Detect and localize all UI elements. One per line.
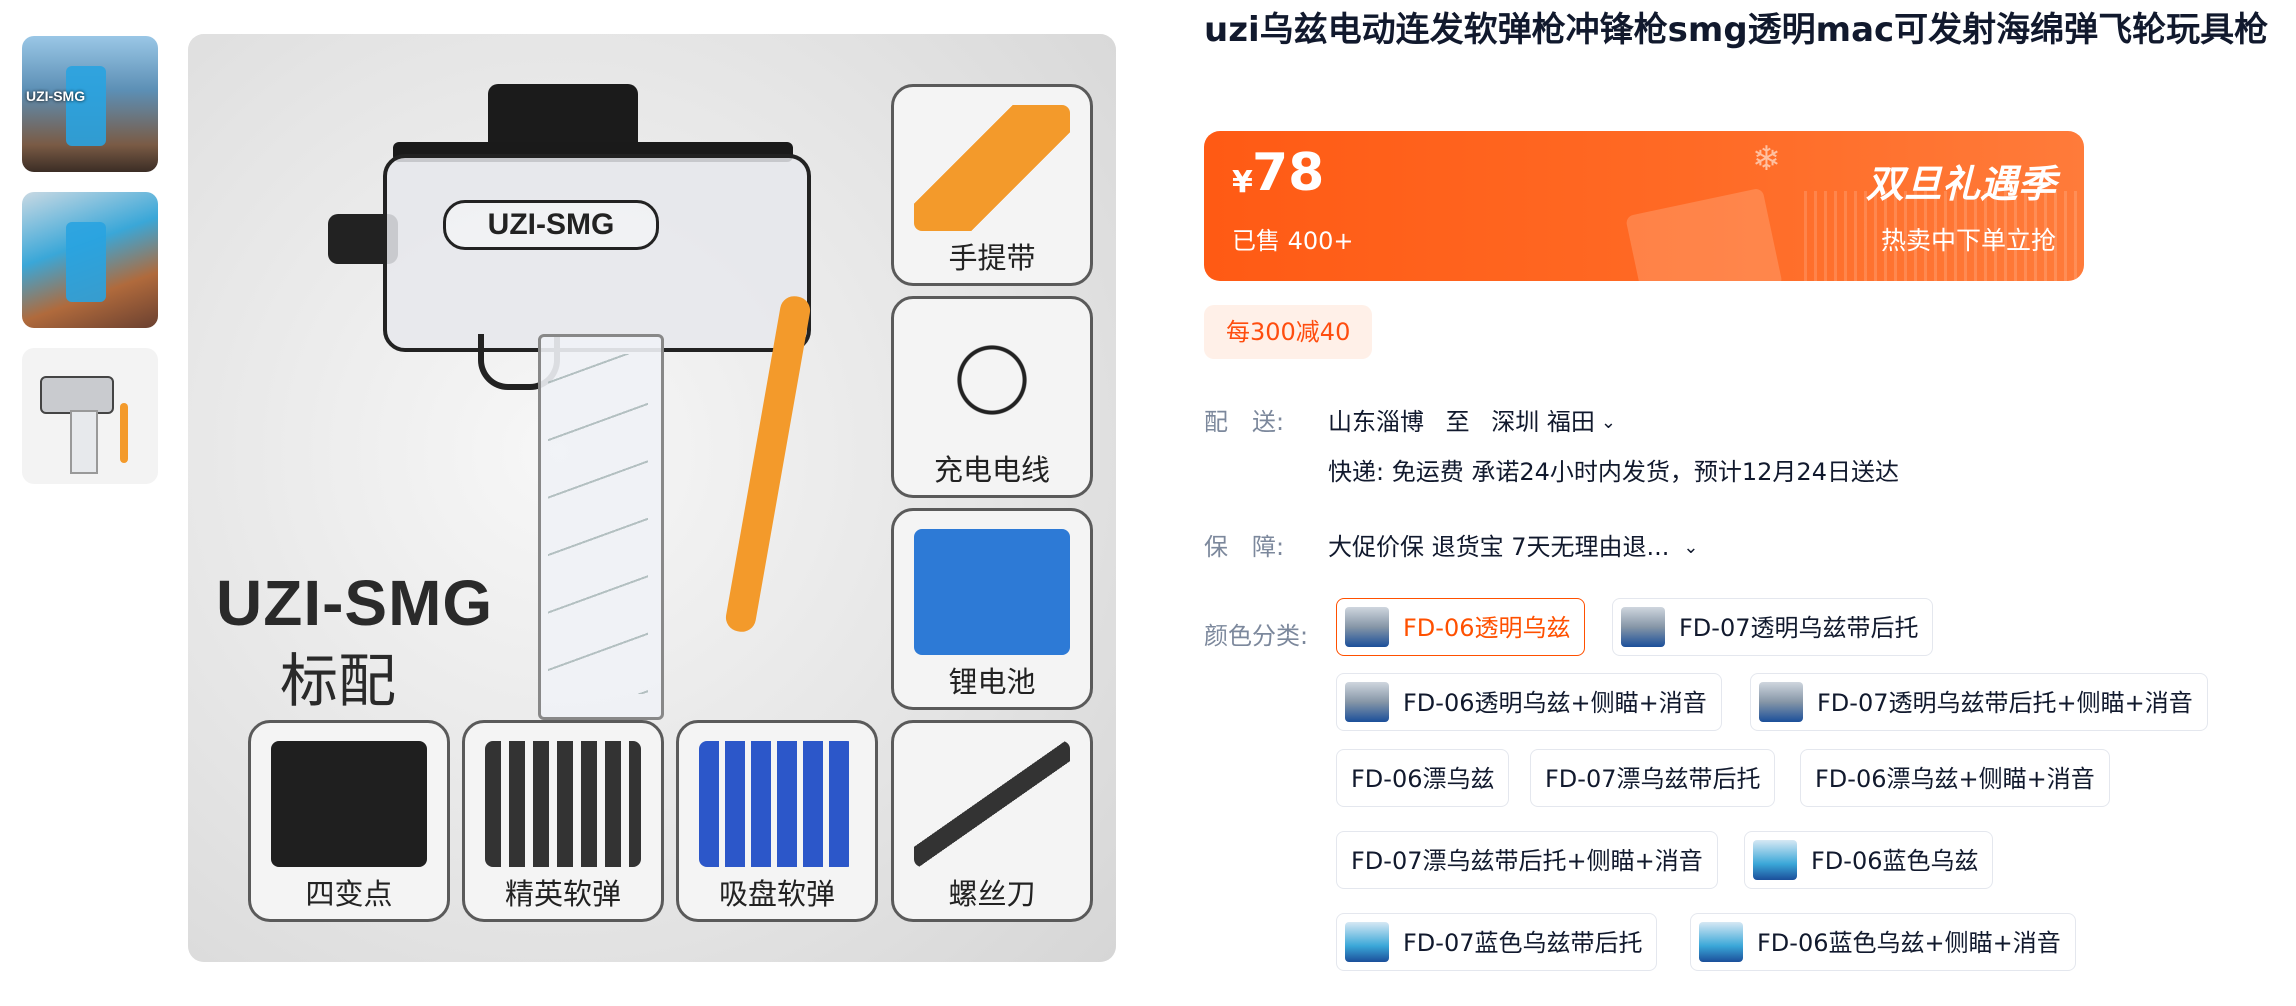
guarantee-label: 保 障: xyxy=(1204,533,1285,561)
accessory-label: 四变点 xyxy=(305,877,393,911)
shipping-route[interactable]: 山东淄博 至 深圳 福田 ⌄ xyxy=(1328,402,1616,437)
gun-logo: UZI-SMG xyxy=(443,200,659,250)
color-option[interactable]: FD-07蓝色乌兹带后托 xyxy=(1336,913,1658,971)
accessory-label: 手提带 xyxy=(948,241,1036,275)
accessory-label: 螺丝刀 xyxy=(948,877,1036,911)
accessory-battery: 锂电池 xyxy=(891,508,1093,710)
shipping-from: 山东淄博 xyxy=(1328,408,1424,436)
shipping-label: 配 送: xyxy=(1204,408,1285,436)
magazine-spring xyxy=(548,354,648,694)
shipping-detail: 快递: 免运费 承诺24小时内发货，预计12月24日送达 xyxy=(1328,458,1899,486)
option-label: FD-06漂乌兹 xyxy=(1351,765,1495,793)
option-label: FD-07漂乌兹带后托 xyxy=(1545,765,1761,793)
thumbnail-2-image xyxy=(66,222,106,302)
accessory-strap: 手提带 xyxy=(891,84,1093,286)
thumbnail-1-image xyxy=(66,66,106,146)
thumbnail-1-label: UZI-SMG xyxy=(26,88,86,104)
price-value: 78 xyxy=(1252,143,1325,203)
color-option[interactable]: FD-06漂乌兹+侧瞄+消音 xyxy=(1800,749,2110,807)
color-option[interactable]: FD-07漂乌兹带后托+侧瞄+消音 xyxy=(1336,831,1718,889)
image-title: UZI-SMG xyxy=(216,567,494,639)
color-option[interactable]: FD-06蓝色乌兹+侧瞄+消音 xyxy=(1690,913,2076,971)
accessory-label: 充电电线 xyxy=(933,453,1050,487)
accessory-elite-darts: 精英软弹 xyxy=(462,720,664,922)
guarantee-dropdown[interactable]: 大促价保 退货宝 7天无理由退... ⌄ xyxy=(1328,527,1699,562)
cable-image xyxy=(914,317,1070,443)
chevron-down-icon: ⌄ xyxy=(1600,412,1617,433)
accessory-screwdriver: 螺丝刀 xyxy=(891,720,1093,922)
option-thumbnail xyxy=(1759,682,1803,722)
shipping-to: 深圳 福田 xyxy=(1491,408,1595,436)
accessory-label: 精英软弹 xyxy=(504,877,621,911)
thumbnail-3[interactable] xyxy=(22,348,158,484)
color-option[interactable]: FD-06漂乌兹 xyxy=(1336,749,1510,807)
option-thumbnail xyxy=(1345,922,1389,962)
color-option[interactable]: FD-07漂乌兹带后托 xyxy=(1530,749,1776,807)
option-thumbnail xyxy=(1345,682,1389,722)
color-option[interactable]: FD-07透明乌兹带后托+侧瞄+消音 xyxy=(1750,673,2208,731)
suction-darts-image xyxy=(699,741,855,867)
option-label: FD-07蓝色乌兹带后托 xyxy=(1403,929,1643,957)
option-thumbnail xyxy=(1699,922,1743,962)
chevron-down-icon: ⌄ xyxy=(1683,537,1699,558)
price-currency: ¥ xyxy=(1232,165,1253,200)
screwdriver-image xyxy=(914,741,1070,867)
accessory-sight: 四变点 xyxy=(248,720,450,922)
option-label: FD-06透明乌兹+侧瞄+消音 xyxy=(1403,689,1707,717)
option-label: FD-06漂乌兹+侧瞄+消音 xyxy=(1815,765,2095,793)
thumbnail-list: UZI-SMG xyxy=(22,36,158,504)
thumbnail-3-gun xyxy=(40,376,114,414)
thumbnail-2[interactable] xyxy=(22,192,158,328)
option-thumbnail xyxy=(1621,607,1665,647)
guarantee-text: 大促价保 退货宝 7天无理由退... xyxy=(1328,533,1670,561)
promo-name: 双旦礼遇季 xyxy=(1865,162,2056,206)
option-label: FD-06蓝色乌兹+侧瞄+消音 xyxy=(1757,929,2061,957)
option-label: FD-06蓝色乌兹 xyxy=(1811,847,1979,875)
price-banner: ❄ ¥ 78 已售 400+ 双旦礼遇季 热卖中下单立抢 xyxy=(1204,131,2084,281)
image-subtitle: 标配 xyxy=(280,647,397,715)
accessory-label: 吸盘软弹 xyxy=(718,877,835,911)
accessory-cable: 充电电线 xyxy=(891,296,1093,498)
accessory-label: 锂电池 xyxy=(948,665,1036,699)
color-label: 颜色分类: xyxy=(1204,622,1309,650)
snowflake-icon: ❄ xyxy=(1752,139,1781,179)
accessory-suction-darts: 吸盘软弹 xyxy=(676,720,878,922)
color-option[interactable]: FD-06蓝色乌兹 xyxy=(1744,831,1994,889)
coupon-badge[interactable]: 每300减40 xyxy=(1204,305,1373,359)
color-option[interactable]: FD-06透明乌兹+侧瞄+消音 xyxy=(1336,673,1722,731)
color-option[interactable]: FD-07透明乌兹带后托 xyxy=(1612,598,1934,656)
strap-image xyxy=(914,105,1070,231)
main-product-image[interactable]: UZI-SMG UZI-SMG 标配 手提带 充电电线 锂电池 四变点 精英软弹… xyxy=(188,34,1116,962)
option-label: FD-07透明乌兹带后托+侧瞄+消音 xyxy=(1817,689,2193,717)
product-title: uzi乌兹电动连发软弹枪冲锋枪smg透明mac可发射海绵弹飞轮玩具枪 xyxy=(1204,10,2269,50)
option-thumbnail xyxy=(1345,607,1389,647)
gun-body xyxy=(383,154,811,352)
option-label: FD-06透明乌兹 xyxy=(1403,614,1571,642)
sight-image xyxy=(271,741,427,867)
battery-image xyxy=(914,529,1070,655)
promo-cta: 热卖中下单立抢 xyxy=(1880,226,2056,255)
thumbnail-1[interactable]: UZI-SMG xyxy=(22,36,158,172)
gift-icon xyxy=(1625,187,1783,281)
option-label: FD-07漂乌兹带后托+侧瞄+消音 xyxy=(1351,847,1703,875)
color-option[interactable]: FD-06透明乌兹 xyxy=(1336,598,1586,656)
option-label: FD-07透明乌兹带后托 xyxy=(1679,614,1919,642)
thumbnail-3-strap xyxy=(120,403,128,463)
option-thumbnail xyxy=(1753,840,1797,880)
elite-darts-image xyxy=(485,741,641,867)
sold-count: 已售 400+ xyxy=(1232,227,1354,255)
shipping-to-word: 至 xyxy=(1445,408,1470,436)
thumbnail-3-mag xyxy=(70,410,98,474)
